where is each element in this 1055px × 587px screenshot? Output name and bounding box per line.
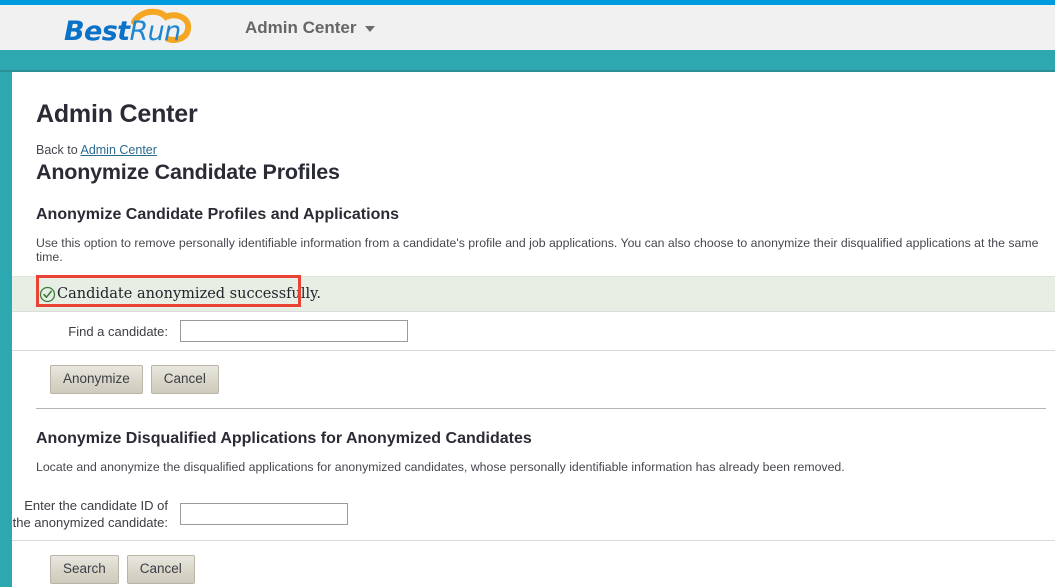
breadcrumb-link-admin-center[interactable]: Admin Center — [80, 143, 156, 157]
cancel-button-two[interactable]: Cancel — [126, 555, 195, 584]
teal-band — [0, 50, 1055, 72]
section-two-description: Locate and anonymize the disqualified ap… — [36, 460, 845, 474]
find-candidate-row: Find a candidate: — [12, 312, 1055, 351]
success-banner: Candidate anonymized successfully. — [12, 275, 1055, 312]
nav-menu-admin-center[interactable]: Admin Center — [245, 17, 376, 38]
section-two-buttons: Search Cancel — [50, 555, 1055, 584]
app-window: BestRun Admin Center Admin Center Back t… — [0, 0, 1055, 587]
page-content: Admin Center Back to Admin Center Anonym… — [12, 72, 1055, 587]
success-banner-message: Candidate anonymized successfully. — [57, 286, 322, 302]
page-title: Admin Center — [36, 100, 198, 128]
check-circle-icon — [39, 286, 56, 303]
section-divider-one — [36, 408, 1046, 409]
success-banner-content: Candidate anonymized successfully. — [39, 286, 321, 303]
section-one-buttons: Anonymize Cancel — [50, 365, 1055, 394]
page-heading: Anonymize Candidate Profiles — [36, 160, 340, 184]
brand-logo-best: Best — [64, 15, 130, 47]
find-candidate-label: Find a candidate: — [68, 323, 168, 339]
section-two-heading: Anonymize Disqualified Applications for … — [36, 430, 532, 447]
candidate-id-label: Enter the candidate ID of the anonymized… — [12, 497, 180, 531]
search-button[interactable]: Search — [50, 555, 119, 584]
breadcrumb-prefix: Back to — [36, 143, 81, 157]
candidate-id-label-line2: the anonymized candidate: — [12, 515, 168, 530]
chevron-down-icon — [365, 26, 376, 32]
cancel-button-one[interactable]: Cancel — [150, 365, 219, 394]
brand-logo-text: BestRun — [64, 16, 181, 47]
brand-logo-run: Run — [129, 15, 181, 47]
nav-menu-label: Admin Center — [245, 17, 357, 37]
candidate-id-input[interactable] — [180, 503, 348, 525]
masthead: BestRun Admin Center — [0, 5, 1055, 50]
find-candidate-input[interactable] — [180, 320, 408, 342]
teal-left-rail — [0, 72, 12, 587]
candidate-id-label-line1: Enter the candidate ID of — [24, 498, 168, 513]
brand-logo[interactable]: BestRun — [62, 8, 212, 48]
candidate-id-row: Enter the candidate ID of the anonymized… — [12, 488, 1055, 541]
section-one-description: Use this option to remove personally ide… — [36, 236, 1039, 264]
anonymize-button[interactable]: Anonymize — [50, 365, 143, 394]
breadcrumb: Back to Admin Center — [36, 143, 1055, 157]
section-one-heading: Anonymize Candidate Profiles and Applica… — [36, 206, 400, 223]
